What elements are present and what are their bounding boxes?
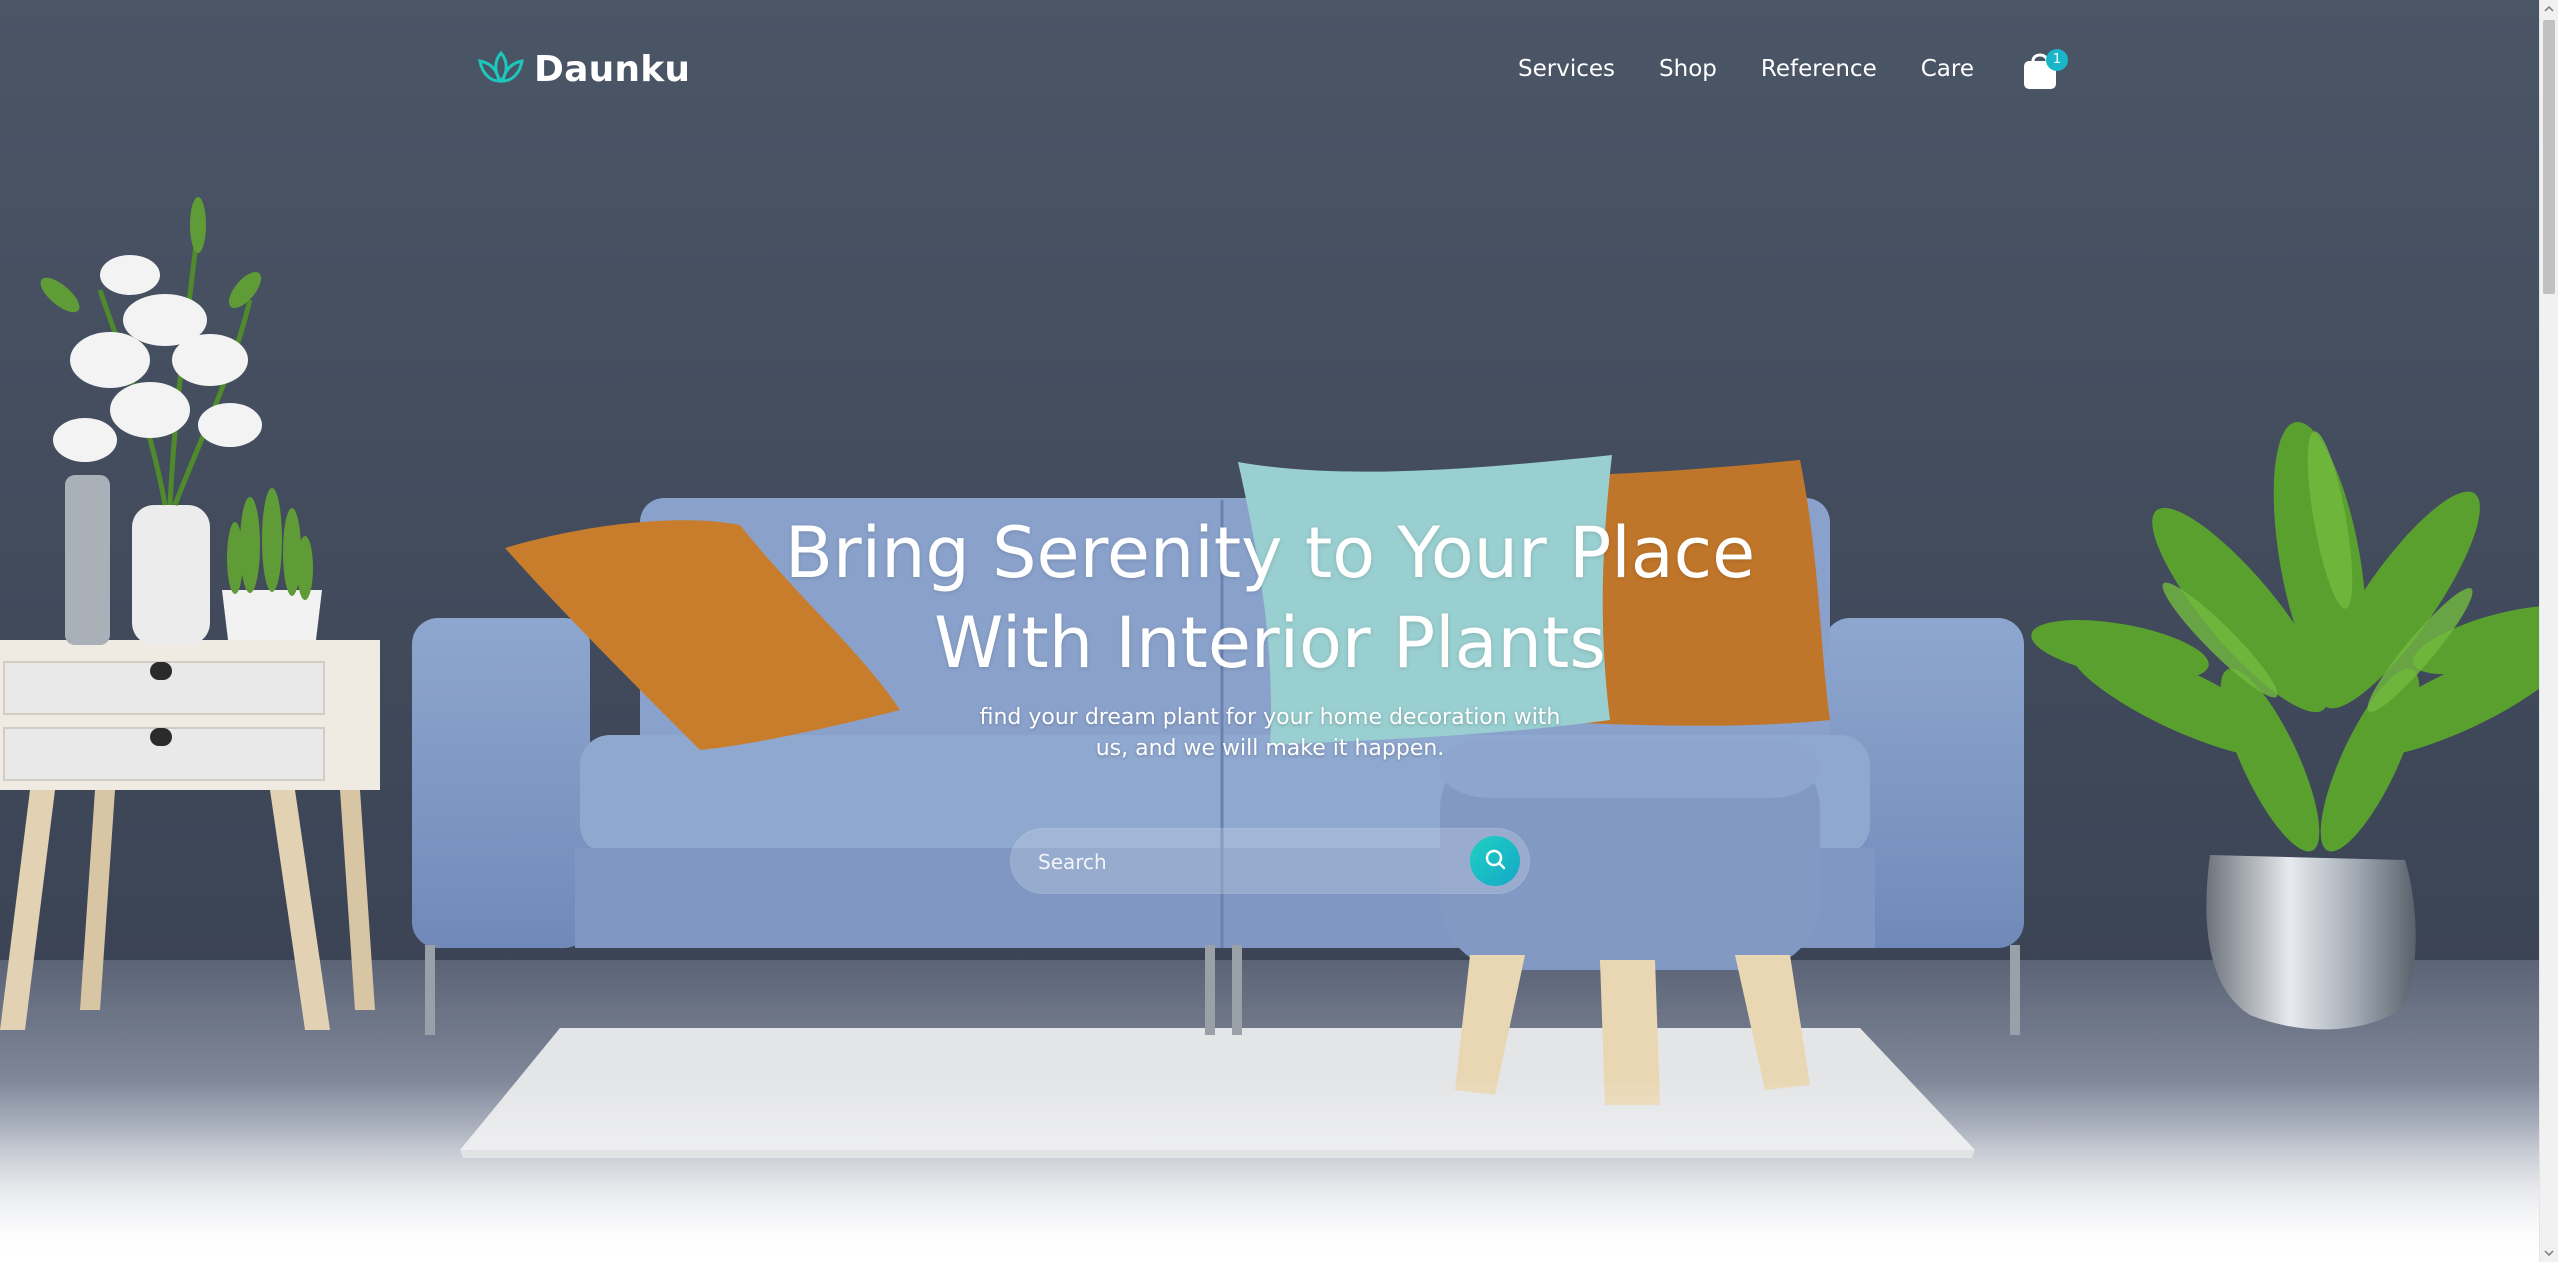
chevron-up-icon[interactable] <box>2540 0 2558 18</box>
chevron-down-icon[interactable] <box>2540 1244 2558 1262</box>
brand-logo-link[interactable]: Daunku <box>478 49 690 90</box>
search-input[interactable] <box>1036 828 1440 896</box>
cart-count-badge: 1 <box>2046 49 2068 71</box>
hero-section: Bring Serenity to Your Place With Interi… <box>0 508 2540 764</box>
page-viewport: Daunku Services Shop Reference Care 1 Br… <box>0 0 2540 1262</box>
cart-button[interactable]: 1 <box>2020 47 2068 91</box>
hero-title: Bring Serenity to Your Place With Interi… <box>784 512 1756 684</box>
nav-item-services[interactable]: Services <box>1518 56 1615 82</box>
nav-item-shop[interactable]: Shop <box>1659 56 1717 82</box>
scrollbar-thumb[interactable] <box>2543 20 2555 294</box>
main-nav: Services Shop Reference Care 1 <box>1518 47 2068 91</box>
site-header: Daunku Services Shop Reference Care 1 <box>478 40 2068 98</box>
search-bar <box>1010 828 1530 896</box>
brand-name: Daunku <box>534 48 691 90</box>
search-icon <box>1483 847 1507 876</box>
page-scrollbar[interactable] <box>2539 0 2558 1262</box>
search-button[interactable] <box>1470 836 1520 886</box>
hero-subtitle: find your dream plant for your home deco… <box>979 705 1561 761</box>
nav-item-care[interactable]: Care <box>1921 56 1974 82</box>
nav-item-reference[interactable]: Reference <box>1761 56 1877 82</box>
shopping-bag-icon <box>2020 53 2060 95</box>
lotus-leaf-icon <box>478 49 524 90</box>
